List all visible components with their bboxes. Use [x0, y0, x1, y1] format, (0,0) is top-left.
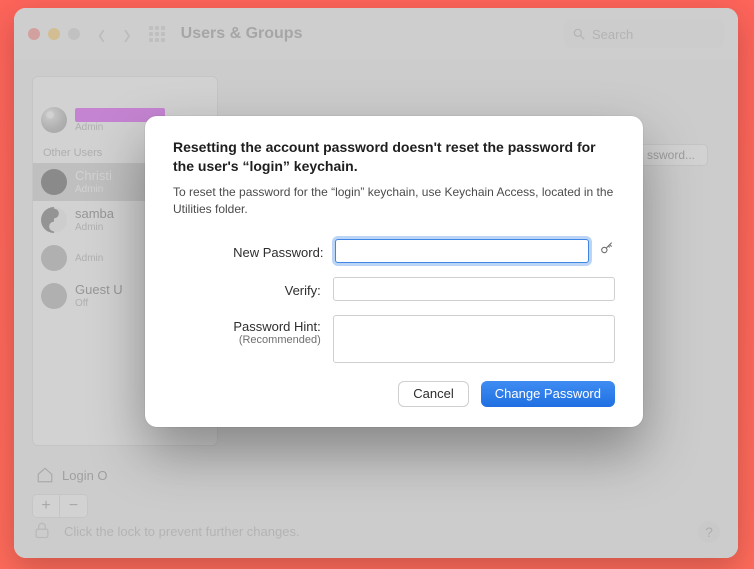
new-password-label: New Password: — [173, 241, 335, 260]
cancel-button-label: Cancel — [413, 386, 453, 401]
users-groups-window: ‹ › Users & Groups Search Current User — [14, 8, 738, 558]
key-icon[interactable] — [599, 240, 615, 261]
verify-row: Verify: — [173, 277, 615, 301]
desktop-background: ‹ › Users & Groups Search Current User — [0, 0, 754, 569]
hint-label-sub: (Recommended) — [173, 334, 321, 346]
cancel-button[interactable]: Cancel — [398, 381, 468, 407]
dialog-actions: Cancel Change Password — [173, 381, 615, 407]
verify-input[interactable] — [333, 277, 615, 301]
verify-label: Verify: — [173, 279, 333, 298]
new-password-input[interactable] — [335, 239, 589, 263]
dialog-title: Resetting the account password doesn't r… — [173, 138, 615, 176]
change-password-button-label: Change Password — [495, 386, 601, 401]
new-password-row: New Password: — [173, 239, 615, 263]
hint-row: Password Hint: (Recommended) — [173, 315, 615, 363]
hint-input[interactable] — [333, 315, 615, 363]
reset-password-dialog: Resetting the account password doesn't r… — [145, 116, 643, 427]
hint-label: Password Hint: (Recommended) — [173, 315, 333, 346]
dialog-subtitle: To reset the password for the “login” ke… — [173, 184, 615, 219]
hint-label-text: Password Hint: — [233, 319, 320, 334]
change-password-button[interactable]: Change Password — [481, 381, 615, 407]
